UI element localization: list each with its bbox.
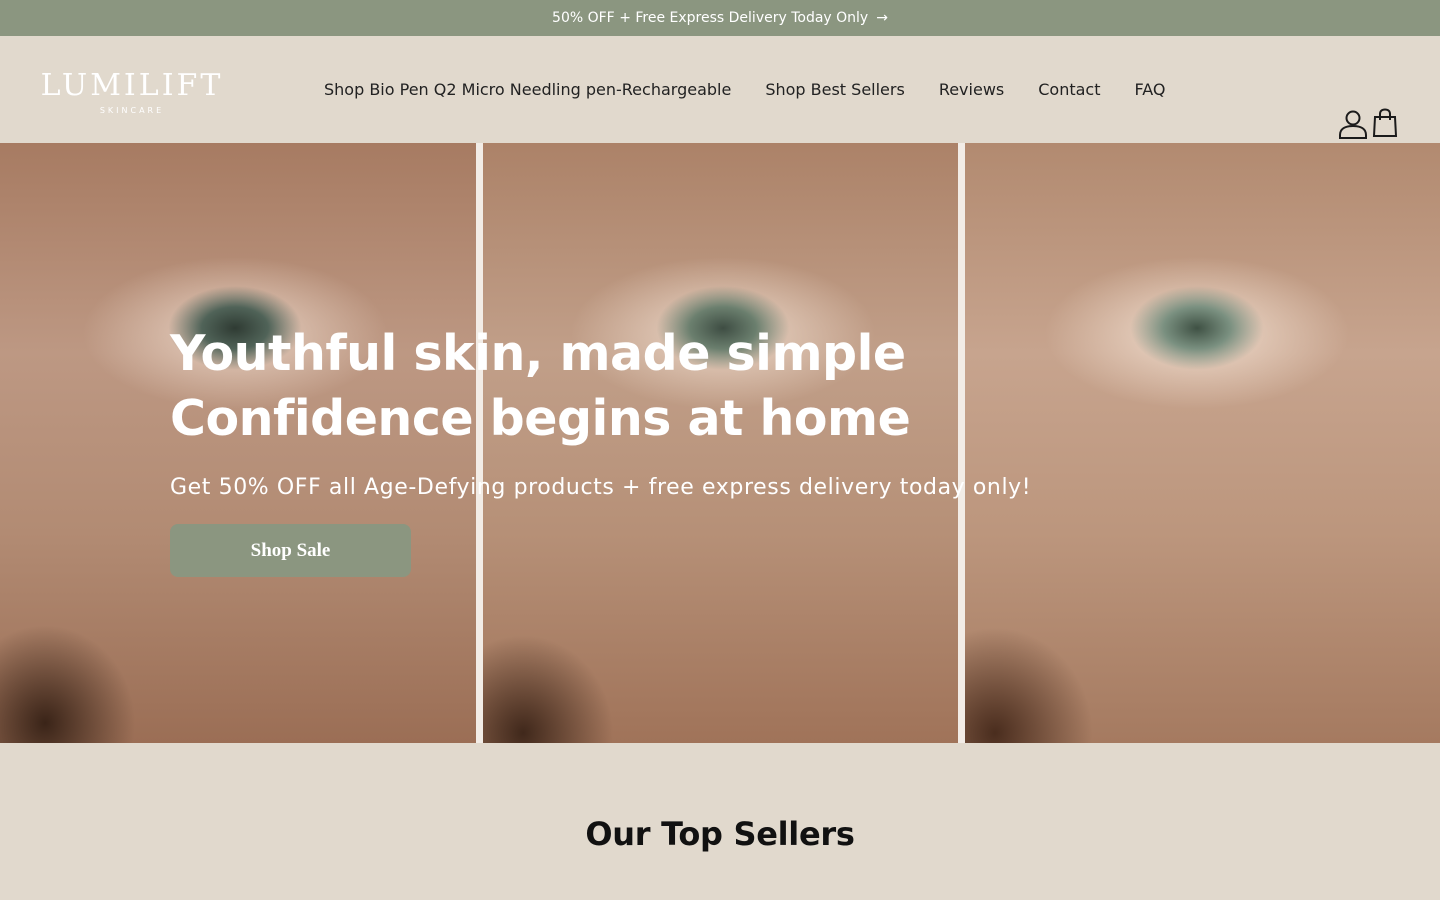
announcement-text[interactable]: 50% OFF + Free Express Delivery Today On… — [552, 10, 868, 26]
header-icons — [1338, 108, 1398, 140]
shop-sale-button[interactable]: Shop Sale — [170, 524, 411, 577]
nav-item-reviews[interactable]: Reviews — [922, 80, 1021, 99]
logo[interactable]: LUMILIFT SKINCARE — [41, 62, 221, 122]
hero-title: Youthful skin, made simple Confidence be… — [170, 321, 1031, 451]
announcement-bar[interactable]: 50% OFF + Free Express Delivery Today On… — [0, 0, 1440, 36]
main-nav: Shop Bio Pen Q2 Micro Needling pen-Recha… — [307, 36, 1182, 143]
logo-subtitle: SKINCARE — [99, 105, 165, 115]
hero-title-line-1: Youthful skin, made simple — [170, 325, 906, 382]
nav-item-bio-pen[interactable]: Shop Bio Pen Q2 Micro Needling pen-Recha… — [307, 80, 748, 99]
hero-content: Youthful skin, made simple Confidence be… — [170, 321, 1031, 577]
logo-wordmark: LUMILIFT — [40, 67, 224, 103]
cart-icon[interactable] — [1372, 108, 1398, 140]
account-icon[interactable] — [1338, 108, 1368, 140]
section-title: Our Top Sellers — [585, 815, 855, 853]
arrow-right-icon[interactable]: → — [876, 10, 888, 26]
hero-title-line-2: Confidence begins at home — [170, 390, 911, 447]
nav-item-contact[interactable]: Contact — [1021, 80, 1117, 99]
hero-subtitle: Get 50% OFF all Age-Defying products + f… — [170, 475, 1032, 500]
hero-image-after — [965, 143, 1440, 743]
hero-banner: Youthful skin, made simple Confidence be… — [0, 143, 1440, 743]
site-header: LUMILIFT SKINCARE Shop Bio Pen Q2 Micro … — [0, 36, 1440, 143]
nav-item-best-sellers[interactable]: Shop Best Sellers — [748, 80, 922, 99]
top-sellers-section: Our Top Sellers — [0, 743, 1440, 900]
nav-item-faq[interactable]: FAQ — [1117, 80, 1182, 99]
